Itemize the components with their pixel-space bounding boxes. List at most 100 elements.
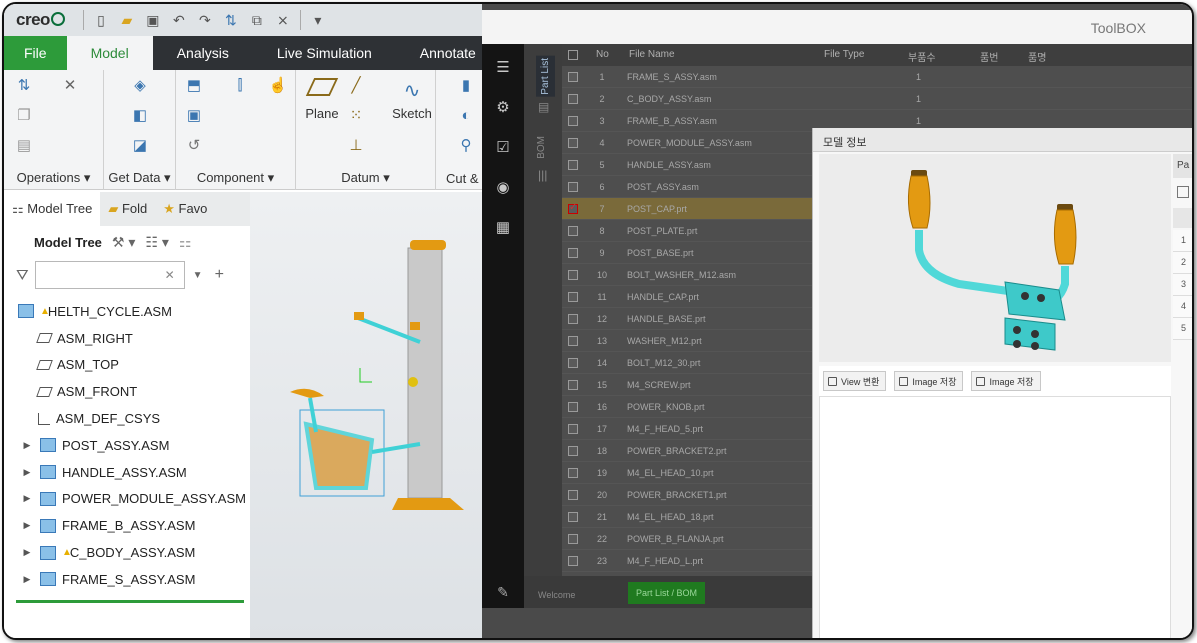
copy-icon[interactable]: ❐ [14, 106, 34, 126]
coordinate-system-icon[interactable]: ⊥ [346, 136, 366, 156]
table-row[interactable]: 2 C_BODY_ASSY.asm 1 [562, 88, 1192, 110]
plane-button[interactable]: Plane [304, 78, 340, 121]
clear-icon[interactable]: ✕ [165, 268, 175, 282]
row-checkbox[interactable] [568, 556, 578, 566]
expand-icon[interactable]: ▶ [20, 520, 34, 531]
tools-icon[interactable]: ⚒ ▾ [112, 234, 135, 251]
redo-icon[interactable]: ↷ [196, 11, 214, 29]
tree-node-asm-right[interactable]: ASM_RIGHT [4, 325, 250, 352]
point-icon[interactable]: ⁙ [346, 106, 366, 126]
row-checkbox[interactable] [568, 534, 578, 544]
tree-node-power-module-assy[interactable]: ▶ POWER_MODULE_ASSY.ASM [4, 486, 250, 513]
row-checkbox[interactable] [568, 402, 578, 412]
select-all-checkbox[interactable] [568, 50, 578, 60]
tree-node-c-body-assy[interactable]: ▶ ▲ C_BODY_ASSY.ASM [4, 539, 250, 566]
expand-icon[interactable]: ▶ [20, 440, 34, 451]
repeat-icon[interactable]: ↺ [184, 136, 204, 156]
row-checkbox[interactable] [568, 446, 578, 456]
row-checkbox[interactable] [568, 380, 578, 390]
regenerate-icon[interactable]: ⇅ [14, 76, 34, 96]
save-icon[interactable]: ▣ [144, 11, 162, 29]
undo-icon[interactable]: ↶ [170, 11, 188, 29]
table-row[interactable]: 3 [1173, 274, 1192, 296]
customize-dropdown-icon[interactable]: ▾ [309, 11, 327, 29]
col-file-type[interactable]: File Type [824, 49, 864, 60]
tree-node-frame-b-assy[interactable]: ▶ FRAME_B_ASSY.ASM [4, 512, 250, 539]
settings-gears-icon[interactable]: ⚙ [482, 88, 524, 128]
table-row[interactable]: 2 [1173, 252, 1192, 274]
checklist-icon[interactable]: ☑ [482, 128, 524, 168]
settings-icon[interactable]: ☷ ▾ [145, 234, 168, 251]
image-save-button[interactable]: Image 저장 [894, 371, 964, 391]
new-file-icon[interactable]: ▯ [92, 11, 110, 29]
copy-geometry-icon[interactable]: ◧ [130, 106, 150, 126]
tab-part-list-bom[interactable]: Part List / BOM [628, 582, 706, 604]
view-convert-button[interactable]: View 변환 [823, 371, 887, 391]
revolve-icon[interactable]: ◐ [456, 106, 476, 126]
tab-file[interactable]: File [4, 36, 67, 70]
tab-favorites[interactable]: ★ Favo [155, 192, 215, 226]
group-label-operations[interactable]: Operations ▾ [4, 170, 103, 186]
table-row[interactable]: 5 [1173, 318, 1192, 340]
expand-icon[interactable]: ▶ [20, 467, 34, 478]
row-checkbox[interactable] [568, 94, 578, 104]
tree-node-frame-s-assy[interactable]: ▶ FRAME_S_ASSY.ASM [4, 566, 250, 593]
tab-model[interactable]: Model [66, 36, 153, 70]
filter-icon[interactable]: ⛛ [16, 267, 29, 284]
add-icon[interactable]: + [215, 266, 224, 284]
table-row[interactable]: 1 [1173, 230, 1192, 252]
row-checkbox[interactable] [568, 226, 578, 236]
tab-model-tree[interactable]: ⚏ Model Tree [4, 192, 101, 226]
paste-icon[interactable]: ▤ [14, 136, 34, 156]
open-folder-icon[interactable]: ▰ [118, 11, 136, 29]
row-checkbox[interactable] [568, 270, 578, 280]
tab-live-simulation[interactable]: Live Simulation [253, 36, 396, 70]
row-checkbox[interactable] [568, 248, 578, 258]
tree-node-asm-front[interactable]: ASM_FRONT [4, 378, 250, 405]
col-part-name[interactable]: 품명 [1028, 49, 1046, 64]
table-row[interactable]: 4 [1173, 296, 1192, 318]
shrinkwrap-icon[interactable]: ◪ [130, 136, 150, 156]
tree-node-handle-assy[interactable]: ▶ HANDLE_ASSY.ASM [4, 459, 250, 486]
graphics-window[interactable] [250, 192, 484, 638]
drag-components-icon[interactable]: ☝ [268, 76, 288, 96]
tab-welcome[interactable]: Welcome [538, 590, 575, 600]
tree-node-asm-top[interactable]: ASM_TOP [4, 352, 250, 379]
row-checkbox[interactable] [568, 490, 578, 500]
calculator-icon[interactable]: ▦ [482, 208, 524, 248]
windows-icon[interactable]: ⧉ [248, 11, 266, 29]
vtab-bom[interactable]: BOM [536, 136, 547, 159]
tree-node-asm-def-csys[interactable]: ASM_DEF_CSYS [4, 405, 250, 432]
col-part-number[interactable]: 품번 [980, 49, 998, 64]
create-component-icon[interactable]: ▣ [184, 106, 204, 126]
chevron-down-icon[interactable]: ▼ [193, 270, 203, 281]
camera-icon[interactable]: ◉ [482, 168, 524, 208]
row-checkbox[interactable] [568, 314, 578, 324]
delete-icon[interactable]: ✕ [60, 76, 80, 96]
user-defined-feature-icon[interactable]: ◈ [130, 76, 150, 96]
row-checkbox[interactable] [568, 72, 578, 82]
row-checkbox[interactable] [568, 160, 578, 170]
row-checkbox[interactable] [568, 202, 578, 214]
assemble-icon[interactable]: ⬒ [184, 76, 204, 96]
tree-search-input[interactable] [34, 261, 185, 289]
sweep-icon[interactable]: ⚲ [456, 136, 476, 156]
tree-node-root[interactable]: ▲ HELTH_CYCLE.ASM [4, 298, 250, 325]
show-icon[interactable]: ⚏ [179, 234, 192, 251]
tree-node-post-assy[interactable]: ▶ POST_ASSY.ASM [4, 432, 250, 459]
col-file-name[interactable]: File Name [629, 49, 675, 60]
image-save-button-2[interactable]: Image 저장 [971, 371, 1041, 391]
row-checkbox[interactable] [568, 116, 578, 126]
edit-icon[interactable]: ✎ [482, 576, 524, 608]
mirror-component-icon[interactable]: ⫿ [230, 76, 250, 96]
table-row[interactable]: 1 FRAME_S_ASSY.asm 1 [562, 66, 1192, 88]
expand-icon[interactable]: ▶ [20, 547, 34, 558]
row-checkbox[interactable] [568, 336, 578, 346]
row-checkbox[interactable] [568, 182, 578, 192]
group-label-get-data[interactable]: Get Data ▾ [104, 170, 175, 186]
regenerate-icon[interactable]: ⇅ [222, 11, 240, 29]
row-checkbox[interactable] [568, 138, 578, 148]
save-icon[interactable] [1177, 186, 1189, 198]
group-label-component[interactable]: Component ▾ [176, 170, 295, 186]
sketch-button[interactable]: ∿ Sketch [392, 78, 432, 121]
